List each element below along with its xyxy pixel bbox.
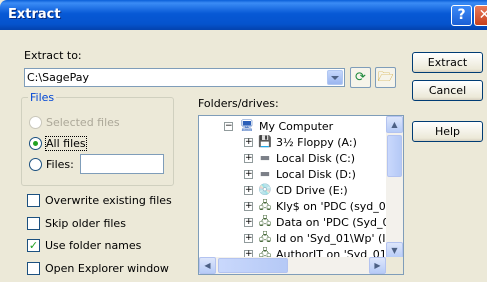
tree-item-label: CD Drive (E:) <box>276 184 348 197</box>
cancel-button[interactable]: Cancel <box>412 80 483 101</box>
new-folder-button[interactable]: 🗁 <box>375 67 396 88</box>
expand-icon[interactable]: + <box>244 234 253 243</box>
tree-item-label: 3½ Floppy (A:) <box>276 136 357 149</box>
help-button[interactable]: Help <box>412 121 483 142</box>
horizontal-scrollbar[interactable]: ◀ ▶ <box>199 257 386 274</box>
open-explorer-checkbox[interactable] <box>27 262 40 275</box>
tree-item-label: Local Disk (D:) <box>276 168 356 181</box>
expand-icon[interactable]: + <box>244 218 253 227</box>
scrollbar-corner <box>386 257 403 274</box>
selected-files-label: Selected files <box>46 116 120 129</box>
hard-disk-icon: ▬ <box>259 167 271 180</box>
scroll-up-button[interactable]: ▲ <box>386 116 403 133</box>
folders-tree[interactable]: − 🖥 My Computer + 💾 3½ Floppy (A:) + ▬ L… <box>198 115 404 275</box>
tree-item-label: Data on 'PDC (Syd_0 <box>276 216 390 229</box>
checkmark-icon: ✓ <box>28 239 39 252</box>
expand-icon[interactable]: + <box>244 202 253 211</box>
tree-item-label: Id on 'Syd_01\Wp' (I: <box>276 232 390 245</box>
folders-drives-label: Folders/drives: <box>198 97 279 110</box>
window-title: Extract <box>8 7 61 22</box>
files-label: Files: <box>46 158 74 171</box>
scroll-left-button[interactable]: ◀ <box>199 257 216 274</box>
skip-older-checkbox[interactable] <box>27 217 40 230</box>
help-title-button[interactable]: ? <box>451 5 472 26</box>
use-folder-names-checkbox[interactable]: ✓ <box>27 239 40 252</box>
tree-item[interactable]: + 💿 CD Drive (E:) <box>199 183 386 199</box>
tree-item[interactable]: + ▬ Local Disk (C:) <box>199 151 386 167</box>
scroll-thumb[interactable] <box>387 135 402 177</box>
extract-dialog: Extract ? ✕ Extract to: C:\SagePay ⟳ 🗁 E… <box>0 0 487 282</box>
close-button[interactable]: ✕ <box>474 5 487 26</box>
expand-icon[interactable]: + <box>244 138 253 147</box>
extract-path-value[interactable]: C:\SagePay <box>27 71 89 84</box>
chevron-down-icon[interactable] <box>327 70 343 85</box>
floppy-icon: 💾 <box>258 135 272 148</box>
title-bar[interactable]: Extract ? ✕ <box>0 0 487 30</box>
browse-folder-button[interactable]: ⟳ <box>350 67 371 88</box>
scroll-right-button[interactable]: ▶ <box>369 257 386 274</box>
open-explorer-label: Open Explorer window <box>45 262 169 275</box>
tree-item-label: My Computer <box>259 120 334 133</box>
expand-icon[interactable]: + <box>244 154 253 163</box>
expand-icon[interactable]: + <box>244 170 253 179</box>
selected-files-radio[interactable] <box>29 116 42 129</box>
use-folder-names-label: Use folder names <box>45 239 142 252</box>
new-folder-icon: 🗁 <box>377 70 394 85</box>
computer-icon: 🖥 <box>240 119 254 132</box>
network-drive-icon: 🖧 <box>258 231 272 244</box>
all-files-label[interactable]: All files <box>45 136 87 151</box>
extract-path-combobox[interactable]: C:\SagePay <box>24 68 345 87</box>
tree-item[interactable]: − 🖥 My Computer <box>199 119 386 135</box>
hard-disk-icon: ▬ <box>259 151 271 164</box>
tree-item[interactable]: + 💾 3½ Floppy (A:) <box>199 135 386 151</box>
horizontal-scroll-thumb[interactable] <box>218 258 288 273</box>
folder-refresh-icon: ⟳ <box>355 70 366 85</box>
collapse-icon[interactable]: − <box>224 122 233 131</box>
skip-older-label: Skip older files <box>45 217 126 230</box>
tree-item-label: Kly$ on 'PDC (syd_01 <box>276 200 393 213</box>
network-drive-icon: 🖧 <box>258 199 272 212</box>
extract-button[interactable]: Extract <box>412 52 483 73</box>
vertical-scrollbar[interactable]: ▲ ▼ <box>386 116 403 259</box>
tree-item[interactable]: + 🖧 Id on 'Syd_01\Wp' (I: <box>199 231 390 247</box>
expand-icon[interactable]: + <box>244 186 253 195</box>
files-radio[interactable] <box>29 158 42 171</box>
tree-item[interactable]: + 🖧 Kly$ on 'PDC (syd_01 <box>199 199 393 215</box>
files-input[interactable] <box>80 154 164 174</box>
all-files-radio[interactable] <box>29 137 42 150</box>
files-legend: Files <box>28 91 57 104</box>
overwrite-checkbox[interactable] <box>27 194 40 207</box>
tree-item-label: Local Disk (C:) <box>276 152 356 165</box>
tree-item[interactable]: + 🖧 Data on 'PDC (Syd_0 <box>199 215 390 231</box>
extract-to-label: Extract to: <box>24 49 82 62</box>
network-drive-icon: 🖧 <box>258 215 272 228</box>
cd-drive-icon: 💿 <box>258 183 272 196</box>
tree-item[interactable]: + ▬ Local Disk (D:) <box>199 167 386 183</box>
overwrite-label: Overwrite existing files <box>45 194 172 207</box>
